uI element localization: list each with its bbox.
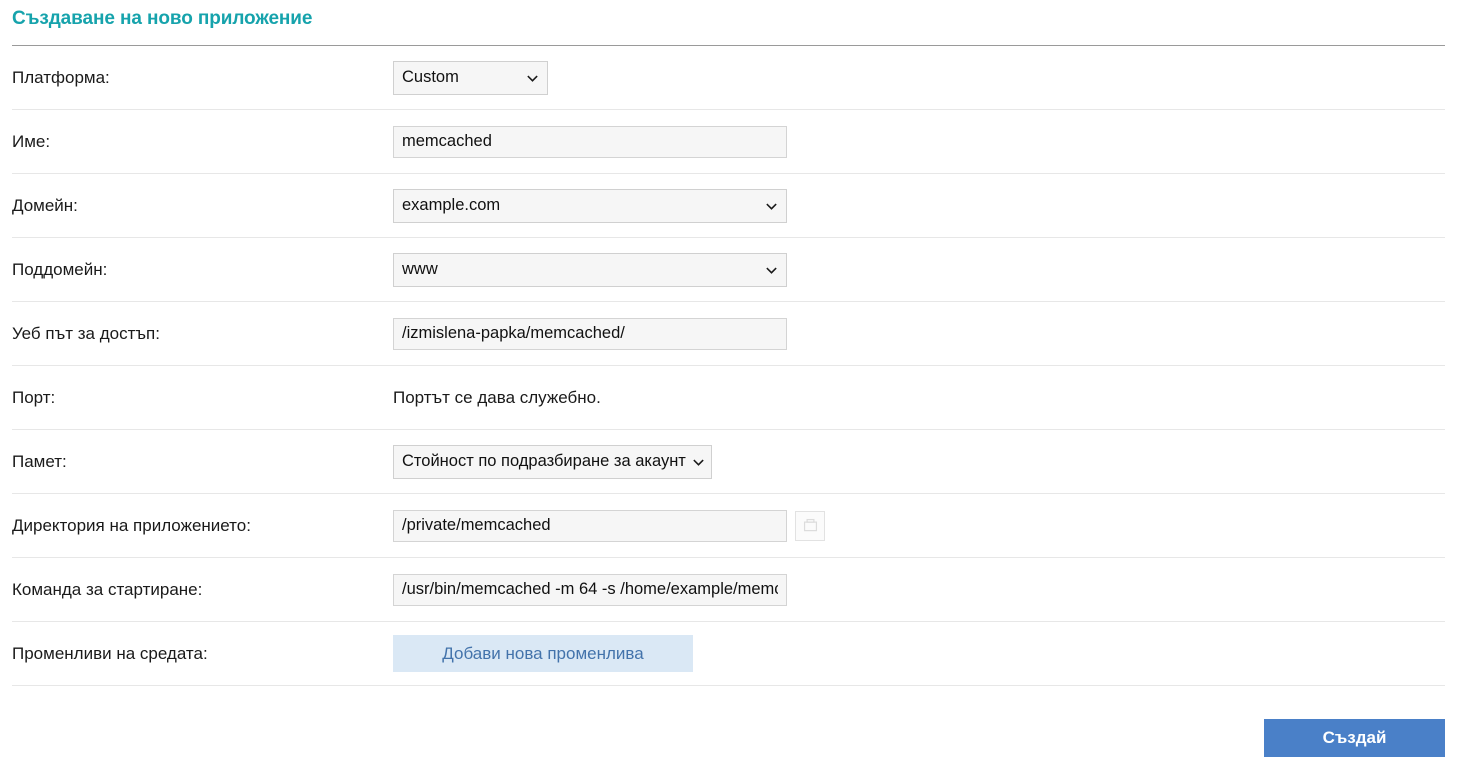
chevron-down-icon xyxy=(692,455,705,468)
field-control: Стойност по подразбиране за акаунт xyxy=(393,444,1445,479)
form-row: Команда за стартиране: xyxy=(12,558,1445,622)
form-row: Име: xyxy=(12,110,1445,174)
text-input[interactable] xyxy=(393,317,787,350)
field-label: Порт: xyxy=(12,387,56,407)
create-button[interactable]: Създай xyxy=(1264,719,1445,757)
form-row-inner: Поддомейн: www xyxy=(12,238,1445,301)
form-row: Променливи на средата: Добави нова промен… xyxy=(12,622,1445,686)
select-control[interactable]: example.com xyxy=(393,188,787,223)
field-control xyxy=(393,573,1445,606)
field-label: Директория на приложението: xyxy=(12,515,251,535)
field-control: Портът се дава служебно. xyxy=(393,388,1445,408)
field-control xyxy=(393,125,1445,158)
page-title: Създаване на ново приложение xyxy=(12,8,313,29)
add-environment-variable-button[interactable]: Добави нова променлива xyxy=(393,635,693,672)
form-row: Платформа: Custom xyxy=(12,46,1445,110)
select-value: Custom xyxy=(402,68,459,86)
form-row-inner: Име: xyxy=(12,110,1445,173)
field-control: Добави нова променлива xyxy=(393,635,1445,672)
field-label: Команда за стартиране: xyxy=(12,579,203,599)
text-input[interactable] xyxy=(393,125,787,158)
field-label: Домейн: xyxy=(12,195,78,215)
field-control xyxy=(393,509,1445,542)
field-label: Име: xyxy=(12,131,51,151)
field-label: Поддомейн: xyxy=(12,259,108,279)
field-label: Променливи на средата: xyxy=(12,643,208,663)
select-control[interactable]: Стойност по подразбиране за акаунт xyxy=(393,444,712,479)
select-value: Стойност по подразбиране за акаунт xyxy=(402,452,686,470)
field-label: Платформа: xyxy=(12,67,110,87)
form-row: Уеб път за достъп: xyxy=(12,302,1445,366)
text-input[interactable] xyxy=(393,573,787,606)
field-label: Памет: xyxy=(12,451,67,471)
form-row: Порт: Портът се дава служебно. xyxy=(12,366,1445,430)
create-application-page: Създаване на ново приложение Платформа: C… xyxy=(0,0,1460,770)
chevron-down-icon xyxy=(693,459,704,466)
form-row-inner: Директория на приложението: xyxy=(12,494,1445,557)
form-footer: Създай xyxy=(12,710,1445,770)
form-row-inner: Памет: Стойност по подразбиране за акаунт xyxy=(12,430,1445,493)
field-label: Уеб път за достъп: xyxy=(12,323,160,343)
browse-directory-button[interactable] xyxy=(795,510,825,541)
select-value: www xyxy=(402,260,438,278)
select-control[interactable]: www xyxy=(393,252,787,287)
create-application-form: Платформа: Custom Име: Домейн: example.com По… xyxy=(0,46,1460,686)
form-row: Домейн: example.com xyxy=(12,174,1445,238)
form-row-inner: Команда за стартиране: xyxy=(12,558,1445,621)
chevron-down-icon xyxy=(526,71,539,84)
form-row-inner: Платформа: Custom xyxy=(12,46,1445,109)
text-input[interactable] xyxy=(393,509,787,542)
folder-icon xyxy=(803,518,817,532)
chevron-down-icon xyxy=(766,203,777,210)
chevron-down-icon xyxy=(766,267,777,274)
select-value: example.com xyxy=(402,196,501,214)
form-row-inner: Порт: Портът се дава служебно. xyxy=(12,366,1445,429)
field-control: example.com xyxy=(393,188,1445,223)
chevron-down-icon xyxy=(765,263,778,276)
chevron-down-icon xyxy=(765,199,778,212)
field-control: Custom xyxy=(393,60,1445,95)
select-control[interactable]: Custom xyxy=(393,60,548,95)
static-value: Портът се дава служебно. xyxy=(393,387,601,407)
form-row: Поддомейн: www xyxy=(12,238,1445,302)
field-control: www xyxy=(393,252,1445,287)
form-row: Памет: Стойност по подразбиране за акаунт xyxy=(12,430,1445,494)
field-control xyxy=(393,317,1445,350)
chevron-down-icon xyxy=(527,75,538,82)
form-row: Директория на приложението: xyxy=(12,494,1445,558)
form-row-inner: Уеб път за достъп: xyxy=(12,302,1445,365)
form-row-inner: Променливи на средата: Добави нова промен… xyxy=(12,622,1445,685)
form-row-inner: Домейн: example.com xyxy=(12,174,1445,237)
